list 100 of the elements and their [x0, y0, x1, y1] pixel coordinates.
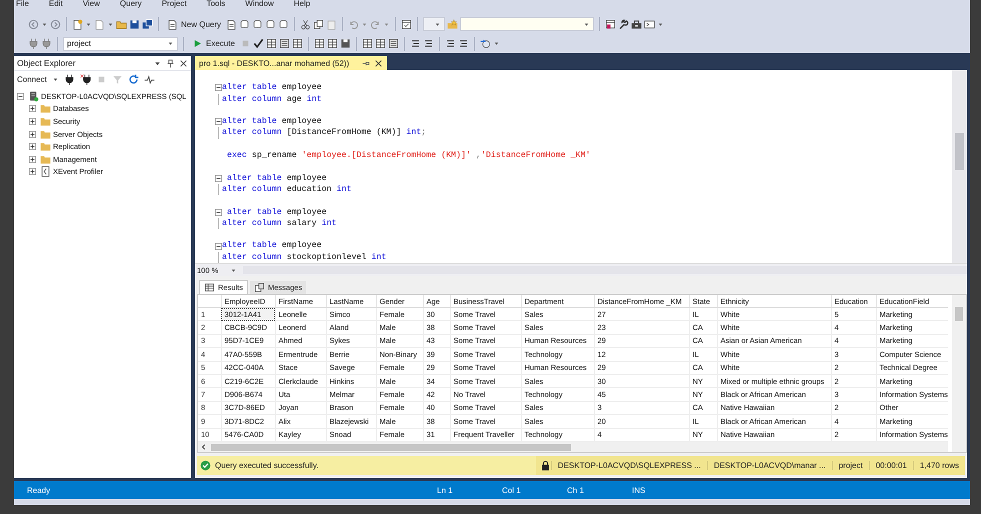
- expander-icon[interactable]: [29, 156, 36, 163]
- grid-icon[interactable]: [326, 38, 338, 49]
- refresh-icon[interactable]: [128, 74, 139, 84]
- status-segment: 00:00:01: [868, 461, 913, 470]
- indent-icon[interactable]: [444, 38, 456, 49]
- caret-icon[interactable]: [107, 20, 114, 28]
- status-text: Ready: [27, 486, 52, 494]
- document-icon: [167, 18, 178, 30]
- new-project-icon[interactable]: [72, 18, 83, 30]
- expander-icon[interactable]: [29, 130, 36, 138]
- messages-icon: [254, 282, 266, 293]
- indent-icon[interactable]: [410, 38, 421, 49]
- save-icon[interactable]: [340, 38, 351, 49]
- scrollbar[interactable]: [952, 70, 967, 263]
- activity-icon[interactable]: [144, 74, 155, 84]
- caret-icon[interactable]: [492, 40, 500, 47]
- save-icon[interactable]: [129, 18, 140, 30]
- expander-icon[interactable]: [29, 168, 36, 176]
- new-file-icon[interactable]: [94, 18, 105, 30]
- status-segment: DESKTOP-L0ACVQD\SQLEXPRESS ...: [550, 461, 707, 470]
- code-line: alter table employee: [222, 116, 322, 128]
- execute-button[interactable]: Execute: [189, 36, 238, 52]
- menu-item[interactable]: Help: [294, 0, 310, 9]
- status-item: Ln 1: [437, 486, 454, 494]
- status-item: Col 1: [502, 486, 522, 494]
- code-line: alter table employee: [222, 240, 322, 252]
- scrollbar[interactable]: [243, 266, 967, 274]
- folder-icon: [40, 128, 51, 140]
- folder-icon: [40, 116, 51, 127]
- copy-icon[interactable]: [313, 18, 324, 30]
- expander-icon[interactable]: [17, 92, 24, 100]
- plug-icon[interactable]: [64, 74, 75, 84]
- document-tab[interactable]: pro 1.sql - DESKTO...anar mohamed (52)): [195, 56, 388, 70]
- menu-item[interactable]: Project: [162, 0, 187, 9]
- save-all-icon[interactable]: [142, 18, 153, 30]
- caret-icon[interactable]: [41, 20, 48, 28]
- expander-icon[interactable]: [29, 105, 36, 112]
- folder-star-icon[interactable]: [447, 18, 458, 30]
- play-icon: [192, 38, 203, 49]
- wrench-icon[interactable]: [618, 18, 630, 30]
- menu-item[interactable]: Window: [245, 0, 274, 9]
- close-icon[interactable]: [374, 58, 384, 68]
- lock-icon: [540, 460, 551, 471]
- caret-icon: [434, 20, 442, 28]
- status-item: INS: [632, 486, 646, 494]
- check-icon[interactable]: [252, 38, 264, 49]
- code-line: alter column education int: [222, 184, 352, 196]
- menu-item[interactable]: Edit: [48, 0, 63, 9]
- document-icon[interactable]: [226, 18, 238, 30]
- grid-icon[interactable]: [374, 38, 386, 49]
- folder-icon: [40, 154, 51, 165]
- collapse-icon[interactable]: [214, 118, 222, 126]
- status-message: Query executed successfully.: [215, 461, 318, 470]
- code-line: exec sp_rename 'employee.[DistanceFromHome (KM)]' ,'DistanceFromHome _KM': [226, 150, 590, 162]
- collapse-icon[interactable]: [214, 174, 222, 182]
- status-segment: 1,470 rows: [912, 461, 965, 470]
- caret-icon[interactable]: [657, 20, 664, 28]
- scrollbar[interactable]: [198, 442, 948, 452]
- caret-icon[interactable]: [52, 76, 59, 82]
- caret-icon: [230, 266, 237, 274]
- scrollbar[interactable]: [952, 295, 966, 452]
- grid-icon[interactable]: [314, 38, 325, 49]
- status-item: Ch 1: [567, 486, 585, 494]
- menu-item[interactable]: Tools: [206, 0, 226, 9]
- status-segment: project: [832, 461, 869, 470]
- window-icon[interactable]: [605, 18, 616, 30]
- document-icon[interactable]: [388, 38, 399, 49]
- panel-title: Object Explorer: [17, 58, 77, 68]
- document-icon: [40, 166, 51, 178]
- window-icon[interactable]: [401, 18, 412, 30]
- close-icon[interactable]: [179, 58, 188, 68]
- menu-item[interactable]: File: [16, 0, 29, 9]
- expander-icon[interactable]: [29, 118, 36, 125]
- console-icon[interactable]: [644, 18, 656, 30]
- connect-button[interactable]: Connect: [17, 74, 47, 84]
- grid-icon[interactable]: [266, 38, 277, 49]
- caret-icon: [167, 40, 174, 47]
- collapse-icon[interactable]: [214, 84, 222, 92]
- indent-icon[interactable]: [422, 38, 434, 49]
- caret-icon[interactable]: [85, 20, 92, 28]
- document-icon[interactable]: [278, 38, 290, 49]
- cut-icon[interactable]: [300, 18, 312, 30]
- grid-icon[interactable]: [292, 38, 303, 49]
- new-query-button[interactable]: New Query: [164, 16, 224, 32]
- disconnect-icon[interactable]: [80, 74, 91, 84]
- folder-icon: [40, 103, 51, 114]
- code-line: alter table employee: [226, 206, 327, 218]
- menu-item[interactable]: View: [82, 0, 100, 9]
- status-segment: DESKTOP-L0ACVQD\manar ...: [706, 461, 832, 470]
- grid-icon[interactable]: [362, 38, 373, 49]
- caret-icon: [583, 20, 590, 28]
- indent-icon[interactable]: [458, 38, 469, 49]
- toolbox-icon[interactable]: [631, 18, 642, 30]
- expander-icon[interactable]: [29, 143, 36, 150]
- tab-title: pro 1.sql - DESKTO...anar mohamed (52)): [199, 58, 350, 68]
- collapse-icon[interactable]: [214, 208, 222, 216]
- database-dropdown[interactable]: project: [63, 36, 178, 50]
- pin-icon[interactable]: [166, 58, 175, 68]
- collapse-icon[interactable]: [214, 242, 222, 250]
- menu-item[interactable]: Query: [120, 0, 142, 9]
